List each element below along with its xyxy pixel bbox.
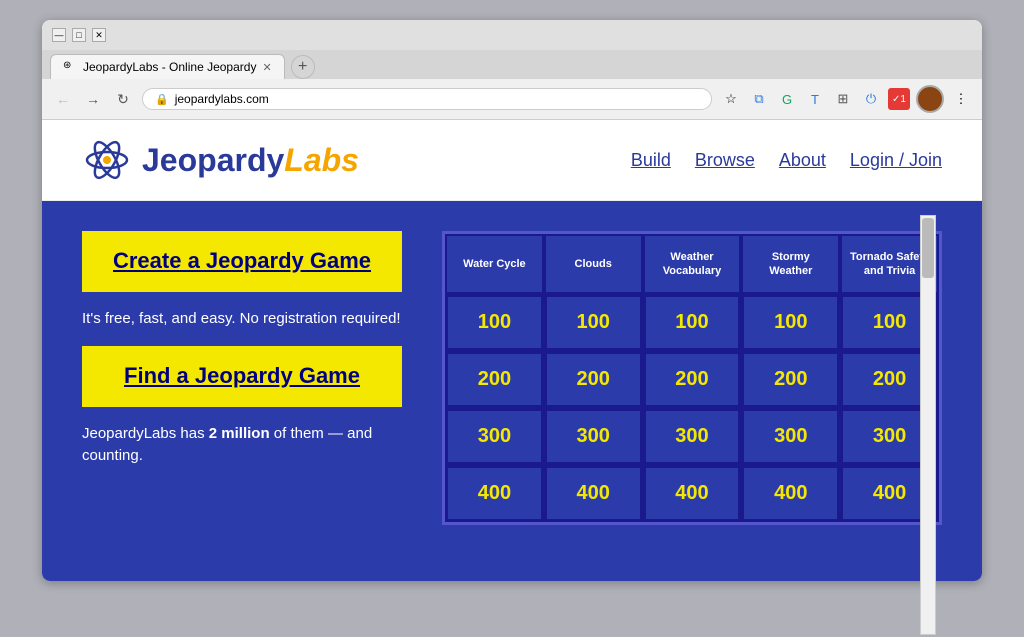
profiles-icon[interactable]: ⊞ xyxy=(832,88,854,110)
logo-jeopardy: Jeopardy xyxy=(142,142,284,178)
logo-area: JeopardyLabs xyxy=(82,135,359,185)
close-button[interactable]: ✕ xyxy=(92,28,106,42)
find-game-button[interactable]: Find a Jeopardy Game xyxy=(82,346,402,407)
translation-icon[interactable]: T xyxy=(804,88,826,110)
board-header: Water CycleCloudsWeather VocabularyStorm… xyxy=(445,234,939,294)
site-nav: Build Browse About Login / Join xyxy=(631,150,942,171)
website-content: JeopardyLabs Build Browse About Login / … xyxy=(42,120,982,581)
extensions-icon[interactable]: ⧉ xyxy=(748,88,770,110)
back-button[interactable]: ← xyxy=(52,88,74,110)
board-cell[interactable]: 300 xyxy=(544,408,643,465)
board-cell[interactable]: 300 xyxy=(643,408,742,465)
board-cell[interactable]: 100 xyxy=(643,294,742,351)
address-bar[interactable]: 🔒 jeopardylabs.com xyxy=(142,88,712,110)
tab-favicon: ⊛ xyxy=(63,60,77,74)
board-cell[interactable]: 200 xyxy=(741,351,840,408)
board-cell[interactable]: 200 xyxy=(544,351,643,408)
board-cell[interactable]: 200 xyxy=(643,351,742,408)
profile-avatar[interactable] xyxy=(916,85,944,113)
logo-icon xyxy=(82,135,132,185)
board-category: Clouds xyxy=(544,234,643,294)
refresh-button[interactable]: ↻ xyxy=(112,88,134,110)
board-cell[interactable]: 100 xyxy=(741,294,840,351)
jeopardy-board: Water CycleCloudsWeather VocabularyStorm… xyxy=(442,231,942,525)
hero-section: Create a Jeopardy Game It's free, fast, … xyxy=(42,201,982,581)
create-desc: It's free, fast, and easy. No registrati… xyxy=(82,308,402,331)
board-cell[interactable]: 400 xyxy=(445,465,544,522)
bookmark-icon[interactable]: ☆ xyxy=(720,88,742,110)
site-header: JeopardyLabs Build Browse About Login / … xyxy=(42,120,982,201)
board-category: Stormy Weather xyxy=(741,234,840,294)
board-rows: 1001001001001002002002002002003003003003… xyxy=(445,294,939,522)
scroll-thumb[interactable] xyxy=(922,218,934,278)
nav-build[interactable]: Build xyxy=(631,150,671,171)
tab-close-button[interactable]: ✕ xyxy=(262,61,271,74)
board-cell[interactable]: 400 xyxy=(741,465,840,522)
browser-tab[interactable]: ⊛ JeopardyLabs - Online Jeopardy ✕ xyxy=(50,54,285,79)
nav-about[interactable]: About xyxy=(779,150,826,171)
board-cell[interactable]: 100 xyxy=(544,294,643,351)
board-row: 100100100100100 xyxy=(445,294,939,351)
board-cell[interactable]: 400 xyxy=(544,465,643,522)
grammarly-icon[interactable]: G xyxy=(776,88,798,110)
accessibility-icon[interactable]: ⏻ xyxy=(860,88,882,110)
board-cell[interactable]: 100 xyxy=(445,294,544,351)
maximize-button[interactable]: □ xyxy=(72,28,86,42)
find-desc-strong: 2 million xyxy=(209,425,270,442)
logo-text: JeopardyLabs xyxy=(142,144,359,176)
url-text: jeopardylabs.com xyxy=(175,92,269,106)
board-cell[interactable]: 300 xyxy=(445,408,544,465)
board-row: 300300300300300 xyxy=(445,408,939,465)
tab-title: JeopardyLabs - Online Jeopardy xyxy=(83,60,256,74)
nav-browse[interactable]: Browse xyxy=(695,150,755,171)
new-tab-button[interactable]: + xyxy=(291,55,315,79)
board-cell[interactable]: 400 xyxy=(643,465,742,522)
scrollbar[interactable] xyxy=(920,215,936,635)
find-desc-prefix: JeopardyLabs has xyxy=(82,425,209,442)
board-row: 200200200200200 xyxy=(445,351,939,408)
nav-login-join[interactable]: Login / Join xyxy=(850,150,942,171)
board-cell[interactable]: 300 xyxy=(741,408,840,465)
minimize-button[interactable]: — xyxy=(52,28,66,42)
hero-left: Create a Jeopardy Game It's free, fast, … xyxy=(82,231,402,468)
create-game-button[interactable]: Create a Jeopardy Game xyxy=(82,231,402,292)
notification-icon[interactable]: ✓1 xyxy=(888,88,910,110)
lock-icon: 🔒 xyxy=(155,93,169,106)
board-category: Water Cycle xyxy=(445,234,544,294)
forward-button[interactable]: → xyxy=(82,88,104,110)
board-category: Weather Vocabulary xyxy=(643,234,742,294)
menu-button[interactable]: ⋮ xyxy=(950,88,972,110)
board-row: 400400400400400 xyxy=(445,465,939,522)
board-cell[interactable]: 200 xyxy=(445,351,544,408)
find-desc: JeopardyLabs has 2 million of them — and… xyxy=(82,423,402,468)
logo-labs: Labs xyxy=(284,142,359,178)
